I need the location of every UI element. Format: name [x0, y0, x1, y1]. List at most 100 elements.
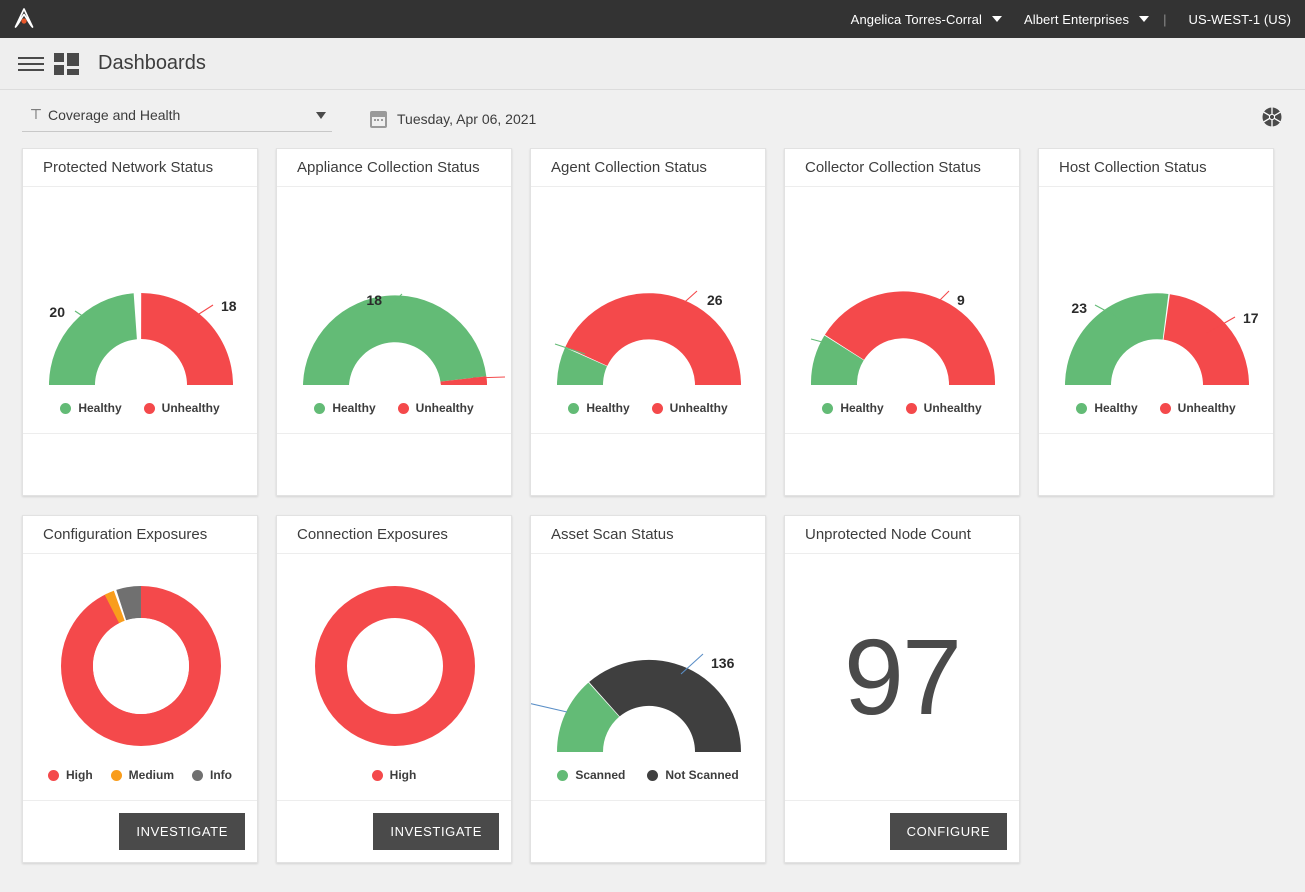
gauge-label-unhealthy: 26 [707, 292, 723, 308]
date-picker[interactable]: Tuesday, Apr 06, 2021 [370, 111, 536, 128]
card-footer: CONFIGURE [785, 800, 1019, 862]
legend-label: Healthy [78, 401, 121, 415]
legend-item[interactable]: Unhealthy [398, 401, 474, 415]
gauge-label-healthy: 18 [366, 292, 382, 308]
legend-label: Healthy [586, 401, 629, 415]
dashboard-grid-icon [54, 53, 80, 75]
card-agent-collection-status: Agent Collection Status 26 Heal [530, 148, 766, 496]
legend-label: Unhealthy [416, 401, 474, 415]
org-menu[interactable]: Albert Enterprises [1014, 12, 1161, 27]
legend-label: High [390, 768, 417, 782]
legend-dot-healthy [822, 403, 833, 414]
legend-item[interactable]: Healthy [568, 401, 629, 415]
legend-dot-scanned [557, 770, 568, 781]
dashboard-row-2: Configuration Exposures [22, 515, 1283, 863]
gauge-label-not-scanned: 136 [711, 655, 735, 671]
legend-dot-healthy [60, 403, 71, 414]
gauge-label-healthy: 20 [49, 304, 65, 320]
gauge-protected-network-status: 20 18 [23, 187, 257, 433]
legend-item[interactable]: Scanned [557, 768, 625, 782]
card-footer [531, 433, 765, 495]
card-unprotected-node-count: Unprotected Node Count 97 CONFIGURE [784, 515, 1020, 863]
investigate-button[interactable]: INVESTIGATE [119, 813, 245, 850]
card-appliance-collection-status: Appliance Collection Status 18 [276, 148, 512, 496]
calendar-icon [370, 111, 387, 128]
legend-item[interactable]: Not Scanned [647, 768, 738, 782]
legend-item[interactable]: High [48, 768, 93, 782]
user-name: Angelica Torres-Corral [841, 12, 992, 27]
legend-label: Healthy [840, 401, 883, 415]
legend-label: Unhealthy [924, 401, 982, 415]
legend-item[interactable]: Healthy [1076, 401, 1137, 415]
card-footer [531, 800, 765, 862]
card-connection-exposures: Connection Exposures High INVESTIGATE [276, 515, 512, 863]
unprotected-node-count-value: 97 [785, 623, 1019, 731]
legend-label: Info [210, 768, 232, 782]
legend-dot-unhealthy [1160, 403, 1171, 414]
legend-dot-unhealthy [398, 403, 409, 414]
card-title: Agent Collection Status [531, 149, 765, 187]
legend-item[interactable]: High [372, 768, 417, 782]
legend-item[interactable]: Healthy [60, 401, 121, 415]
card-body: 23 17 Healthy Unhealthy [1039, 187, 1273, 433]
chevron-down-icon [992, 16, 1002, 22]
legend-item[interactable]: Medium [111, 768, 174, 782]
investigate-button[interactable]: INVESTIGATE [373, 813, 499, 850]
legend-dot-high [48, 770, 59, 781]
chart-legend: High Medium Info [23, 768, 257, 782]
legend-label: Healthy [332, 401, 375, 415]
legend-dot-unhealthy [906, 403, 917, 414]
app-logo[interactable] [0, 6, 48, 32]
org-name: Albert Enterprises [1014, 12, 1139, 27]
gauge-appliance-collection-status: 18 [277, 187, 511, 433]
card-footer [23, 433, 257, 495]
card-body: High Medium Info [23, 554, 257, 800]
dashboard-select[interactable]: ⊤ Coverage and Health [22, 103, 332, 132]
aperture-icon [1261, 106, 1283, 128]
card-title: Unprotected Node Count [785, 516, 1019, 554]
donut-configuration-exposures [23, 554, 257, 800]
topbar-separator: | [1161, 12, 1178, 27]
dashboard-select-value: Coverage and Health [48, 107, 316, 123]
dashboard-row-1: Protected Network Status 20 18 [22, 148, 1283, 496]
legend-dot-info [192, 770, 203, 781]
card-protected-network-status: Protected Network Status 20 18 [22, 148, 258, 496]
legend-dot-healthy [568, 403, 579, 414]
card-footer [785, 433, 1019, 495]
chart-legend: Healthy Unhealthy [1039, 401, 1273, 415]
gauge-label-healthy: 23 [1071, 300, 1087, 316]
configure-button[interactable]: CONFIGURE [890, 813, 1007, 850]
legend-dot-unhealthy [652, 403, 663, 414]
filter-top-icon: ⊤ [24, 107, 48, 124]
legend-item[interactable]: Unhealthy [1160, 401, 1236, 415]
legend-item[interactable]: Unhealthy [652, 401, 728, 415]
top-bar: Angelica Torres-Corral Albert Enterprise… [0, 0, 1305, 38]
chart-legend: Healthy Unhealthy [531, 401, 765, 415]
legend-dot-healthy [1076, 403, 1087, 414]
card-footer [1039, 433, 1273, 495]
card-title: Protected Network Status [23, 149, 257, 187]
legend-dot-high [372, 770, 383, 781]
card-footer [277, 433, 511, 495]
card-title: Appliance Collection Status [277, 149, 511, 187]
user-menu[interactable]: Angelica Torres-Corral [841, 12, 1014, 27]
hamburger-menu-icon[interactable] [14, 51, 48, 77]
page-header: Dashboards [0, 38, 1305, 90]
donut-connection-exposures [277, 554, 511, 800]
legend-dot-not-scanned [647, 770, 658, 781]
legend-dot-medium [111, 770, 122, 781]
date-value: Tuesday, Apr 06, 2021 [397, 111, 536, 127]
card-title: Asset Scan Status [531, 516, 765, 554]
card-body: 9 Healthy Unhealthy [785, 187, 1019, 433]
legend-label: Not Scanned [665, 768, 738, 782]
legend-label: Unhealthy [1178, 401, 1236, 415]
chart-legend: Healthy Unhealthy [277, 401, 511, 415]
legend-item[interactable]: Healthy [822, 401, 883, 415]
chart-legend: Healthy Unhealthy [23, 401, 257, 415]
arcon-a-logo-icon [11, 6, 37, 32]
legend-item[interactable]: Healthy [314, 401, 375, 415]
refresh-aperture-button[interactable] [1261, 106, 1283, 133]
legend-item[interactable]: Info [192, 768, 232, 782]
legend-item[interactable]: Unhealthy [144, 401, 220, 415]
legend-item[interactable]: Unhealthy [906, 401, 982, 415]
